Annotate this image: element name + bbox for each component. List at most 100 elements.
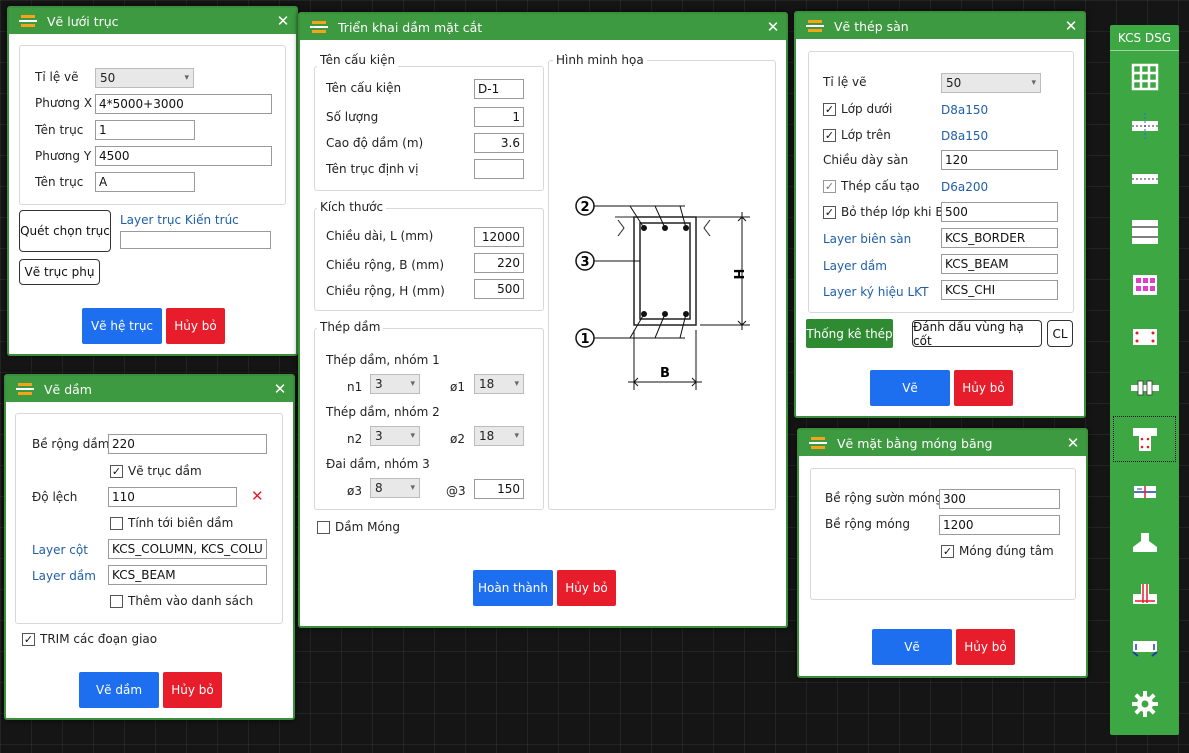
section-axis-icon[interactable]	[1113, 103, 1176, 149]
pink-grid-icon[interactable]	[1113, 262, 1176, 308]
column-section-icon[interactable]	[1113, 416, 1176, 462]
beam-width-label: Bề rộng dầm	[32, 437, 110, 451]
beam-layer-input[interactable]	[941, 254, 1058, 274]
thickness-label: Chiều dày sàn	[823, 153, 909, 167]
thickness-input[interactable]	[941, 150, 1058, 170]
trim-checkbox[interactable]: ✓	[22, 633, 35, 646]
beam-line-icon[interactable]	[1113, 156, 1176, 202]
draw-slab-button[interactable]: Vẽ	[870, 370, 950, 406]
center-checkbox[interactable]: ✓	[941, 545, 954, 558]
bottom-layer-checkbox[interactable]: ✓	[823, 103, 836, 116]
n1-select[interactable]: 3 ▾	[370, 374, 420, 394]
grid-dialog-title: Vẽ lưới trục	[47, 13, 119, 29]
illustration-title: Hình minh họa	[553, 53, 647, 67]
name-input[interactable]	[474, 79, 524, 99]
clear-offset-icon[interactable]: ✕	[251, 487, 264, 505]
skip-input[interactable]	[941, 202, 1058, 222]
chevron-down-icon: ▾	[514, 431, 519, 441]
toolbar-title: KCS DSG	[1110, 25, 1179, 51]
foundation-beam-icon[interactable]	[1113, 625, 1176, 671]
grid-dialog-titlebar[interactable]: Vẽ lưới trục ✕	[9, 8, 296, 34]
scale-select[interactable]: 50 ▾	[941, 73, 1041, 93]
beam-section-icon[interactable]	[1113, 314, 1176, 360]
cancel-button[interactable]: Hủy bỏ	[954, 370, 1013, 406]
height-input[interactable]	[474, 279, 524, 299]
add-list-checkbox[interactable]	[110, 595, 123, 608]
dim-h-label: H	[730, 269, 745, 280]
sub-axis-button[interactable]: Vẽ trục phụ	[19, 259, 100, 285]
elev-label: Cao độ dầm (m)	[326, 136, 424, 150]
slab-layer-icon[interactable]	[1113, 209, 1176, 255]
dir-x-input[interactable]	[95, 94, 272, 114]
section-dialog-titlebar[interactable]: Triển khai dầm mặt cắt ✕	[300, 14, 786, 40]
width-input[interactable]	[474, 253, 524, 273]
s3-input[interactable]	[474, 479, 524, 499]
column-layer-input[interactable]	[108, 539, 267, 559]
axis-name-y-input[interactable]	[95, 172, 195, 192]
close-icon[interactable]: ✕	[760, 18, 786, 36]
axis-ref-input[interactable]	[474, 159, 524, 179]
border-layer-input[interactable]	[941, 228, 1058, 248]
d2-select[interactable]: 18 ▾	[474, 426, 524, 446]
close-icon[interactable]: ✕	[270, 12, 296, 30]
close-icon[interactable]: ✕	[1058, 17, 1084, 35]
slab-dialog-titlebar[interactable]: Vẽ thép sàn ✕	[796, 13, 1084, 39]
strip-footing-dialog: Vẽ mặt bằng móng băng ✕ Bề rộng sườn món…	[797, 428, 1088, 678]
pile-footing-icon[interactable]	[1113, 572, 1176, 618]
top-layer-value[interactable]: D8a150	[941, 129, 988, 143]
beam-rebar-icon[interactable]	[1113, 365, 1176, 411]
beam-dialog-titlebar[interactable]: Vẽ dầm ✕	[6, 376, 293, 402]
arch-layer-input[interactable]	[120, 231, 271, 249]
stats-button[interactable]: Thống kê thép	[806, 319, 893, 348]
top-layer-checkbox[interactable]: ✓	[823, 129, 836, 142]
offset-input[interactable]	[108, 487, 237, 507]
skip-checkbox[interactable]: ✓	[823, 206, 836, 219]
rib-width-input[interactable]	[939, 489, 1060, 509]
footing-width-input[interactable]	[939, 515, 1060, 535]
beam-layer-input[interactable]	[108, 565, 267, 585]
draw-strip-button[interactable]: Vẽ	[872, 629, 952, 665]
n1-value: 3	[375, 377, 383, 391]
strip-dialog-titlebar[interactable]: Vẽ mặt bằng móng băng ✕	[799, 430, 1086, 456]
d3-select[interactable]: 8 ▾	[370, 478, 420, 498]
kcs-toolbar: KCS DSG	[1110, 25, 1179, 735]
axis-name-x-input[interactable]	[95, 120, 195, 140]
close-icon[interactable]: ✕	[267, 380, 293, 398]
cancel-button[interactable]: Hủy bỏ	[956, 629, 1015, 665]
close-icon[interactable]: ✕	[1060, 434, 1086, 452]
height-label: Chiều rộng, H (mm)	[326, 284, 445, 298]
scale-select[interactable]: 50 ▾	[95, 68, 194, 88]
draw-grid-button[interactable]: Vẽ hệ trục	[82, 308, 162, 344]
footing-plan-icon[interactable]	[1113, 469, 1176, 515]
cancel-button[interactable]: Hủy bỏ	[166, 308, 225, 344]
d1-select[interactable]: 18 ▾	[474, 374, 524, 394]
n2-select[interactable]: 3 ▾	[370, 426, 420, 446]
pick-axis-button[interactable]: Quét chọn trục	[19, 210, 111, 252]
beam-dialog: Vẽ dầm ✕ Bề rộng dầm ✓ Vẽ trục dầm Độ lệ…	[4, 374, 295, 720]
grid-tool-icon[interactable]	[1113, 54, 1176, 100]
settings-icon[interactable]	[1113, 681, 1176, 727]
dir-y-input[interactable]	[95, 146, 272, 166]
draw-axis-checkbox[interactable]: ✓	[110, 465, 123, 478]
mark-zone-button[interactable]: Đánh dấu vùng hạ cốt	[912, 320, 1042, 348]
construct-value[interactable]: D6a200	[941, 180, 988, 194]
symbol-layer-input[interactable]	[941, 280, 1058, 300]
elev-input[interactable]	[474, 133, 524, 153]
foundation-beam-checkbox[interactable]	[317, 521, 330, 534]
cancel-button[interactable]: Hủy bỏ	[557, 570, 616, 606]
rib-width-label: Bề rộng sườn móng	[825, 491, 943, 505]
d2-value: 18	[479, 429, 495, 443]
scale-select-value: 50	[946, 76, 962, 90]
qty-input[interactable]	[474, 107, 524, 127]
slab-dialog: Vẽ thép sàn ✕ Tỉ lệ vẽ 50 ▾ ✓ Lớp dưới D8…	[794, 11, 1086, 418]
beam-width-input[interactable]	[108, 434, 267, 454]
length-input[interactable]	[474, 227, 524, 247]
cl-button[interactable]: CL	[1047, 320, 1073, 347]
cancel-button[interactable]: Hủy bỏ	[163, 672, 222, 708]
edge-checkbox[interactable]	[110, 517, 123, 530]
bottom-layer-value[interactable]: D8a150	[941, 103, 988, 117]
draw-beam-button[interactable]: Vẽ dầm	[79, 672, 159, 708]
top-layer-label: Lớp trên	[841, 128, 891, 142]
finish-button[interactable]: Hoàn thành	[473, 570, 553, 606]
footing-icon[interactable]	[1113, 519, 1176, 565]
